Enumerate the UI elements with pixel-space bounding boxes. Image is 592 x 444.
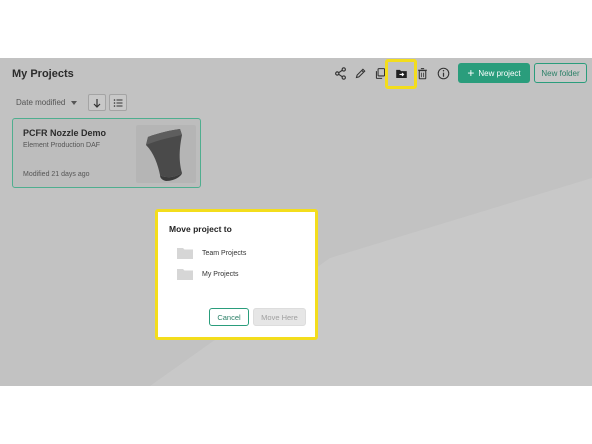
dialog-title: Move project to (169, 224, 232, 234)
new-project-button[interactable]: + New project (458, 63, 530, 83)
move-project-dialog: Move project to Team Projects My Project… (158, 212, 315, 337)
delete-button[interactable] (413, 64, 431, 82)
sort-dropdown[interactable]: Date modified (16, 98, 78, 107)
list-icon (113, 98, 123, 107)
pencil-icon (355, 68, 365, 78)
folder-name: Team Projects (202, 249, 247, 257)
plus-icon: + (467, 66, 475, 80)
list-view-button[interactable] (109, 94, 127, 111)
project-subtitle: Element Production DAF (23, 142, 101, 149)
move-here-button[interactable]: Move Here (253, 308, 306, 326)
folder-icon (177, 248, 193, 259)
nozzle-model-image (146, 129, 182, 181)
info-icon (437, 67, 449, 79)
share-button[interactable] (331, 64, 349, 82)
trash-icon (417, 67, 427, 79)
move-to-folder-button[interactable] (392, 64, 410, 82)
new-project-label: New project (478, 68, 521, 78)
project-title: PCFR Nozzle Demo (23, 128, 107, 138)
move-dialog-highlight: Move project to Team Projects My Project… (155, 209, 318, 340)
rename-button[interactable] (351, 64, 369, 82)
arrow-down-icon (93, 98, 101, 108)
share-icon (334, 66, 346, 80)
project-modified: Modified 21 days ago (23, 171, 90, 178)
folder-option-team-projects[interactable]: Team Projects (177, 246, 246, 260)
folder-icon (177, 269, 193, 280)
cancel-button[interactable]: Cancel (209, 308, 249, 326)
project-thumbnail (136, 125, 196, 183)
caret-down-icon (71, 100, 78, 105)
sort-dropdown-label: Date modified (16, 98, 66, 107)
page-title: My Projects (12, 68, 74, 80)
folder-option-my-projects[interactable]: My Projects (177, 267, 239, 281)
project-card[interactable]: PCFR Nozzle Demo Element Production DAF … (12, 118, 201, 188)
move-folder-icon (395, 69, 407, 78)
folder-name: My Projects (202, 270, 239, 278)
sort-direction-button[interactable] (88, 94, 106, 111)
new-folder-button[interactable]: New folder (534, 63, 587, 83)
info-button[interactable] (434, 64, 452, 82)
